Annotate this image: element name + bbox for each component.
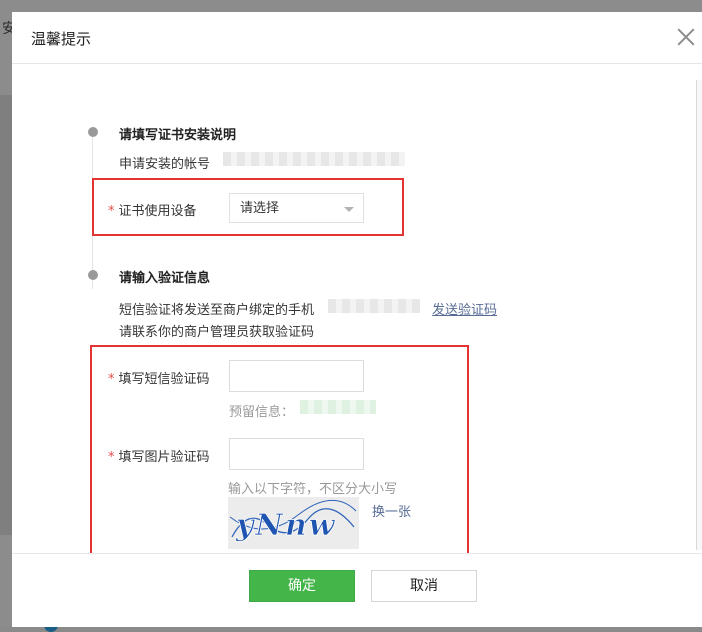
captcha-image[interactable]: yNnw <box>228 497 359 549</box>
sms-notice: 短信验证将发送至商户绑定的手机 <box>119 303 315 318</box>
scrollbar[interactable] <box>696 80 702 550</box>
account-label: 申请安装的帐号 <box>119 157 211 172</box>
refresh-captcha-link[interactable]: 换一张 <box>372 501 411 520</box>
phone-masked-value <box>328 299 420 313</box>
sms-code-input[interactable] <box>229 360 364 392</box>
dialog: 温馨提示 请填写证书安装说明 申请安装的帐号 * 证书使用设备 请选择 请输入验证… <box>12 12 702 627</box>
image-code-label: * 填写图片验证码 <box>108 446 210 465</box>
device-label: * 证书使用设备 <box>108 200 197 219</box>
device-label-text: 证书使用设备 <box>118 204 197 219</box>
step1-title: 请填写证书安装说明 <box>119 128 237 143</box>
send-code-link[interactable]: 发送验证码 <box>432 299 497 318</box>
account-masked-value <box>223 152 405 166</box>
dialog-header: 温馨提示 <box>12 12 702 64</box>
required-mark: * <box>108 372 115 387</box>
step2-title: 请输入验证信息 <box>119 271 211 286</box>
device-select-value: 请选择 <box>240 201 280 216</box>
sms-code-label-text: 填写短信验证码 <box>118 372 210 387</box>
reserved-info-masked-value <box>300 400 376 414</box>
sms-code-label: * 填写短信验证码 <box>108 368 210 387</box>
device-select[interactable]: 请选择 <box>229 193 364 223</box>
required-mark: * <box>108 450 115 465</box>
dialog-title: 温馨提示 <box>31 30 92 48</box>
reserved-info-label: 预留信息： <box>229 405 295 420</box>
scrollbar-thumb[interactable] <box>697 80 702 550</box>
image-code-label-text: 填写图片验证码 <box>118 450 210 465</box>
dialog-footer: 确定 取消 <box>12 553 702 627</box>
cancel-button[interactable]: 取消 <box>371 570 477 602</box>
captcha-text: yNnw <box>235 508 337 543</box>
close-icon[interactable] <box>675 26 697 48</box>
captcha-graphic: yNnw <box>228 497 359 549</box>
confirm-button[interactable]: 确定 <box>249 570 355 602</box>
step-dot-icon <box>88 270 98 280</box>
contact-notice: 请联系你的商户管理员获取验证码 <box>119 325 315 340</box>
image-code-input[interactable] <box>229 438 364 470</box>
chevron-down-icon <box>344 207 354 212</box>
image-code-hint: 输入以下字符，不区分大小写 <box>228 482 398 497</box>
required-mark: * <box>108 204 115 219</box>
step-dot-icon <box>88 127 98 137</box>
